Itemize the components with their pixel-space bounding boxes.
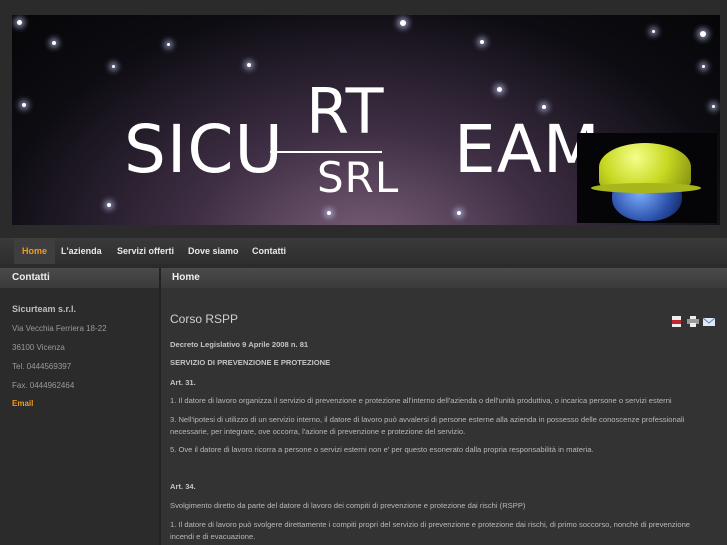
print-icon[interactable] [687,316,699,327]
page-title: Corso RSPP [170,312,239,326]
main-navigation: Home L'azienda Servizi offerti Dove siam… [0,238,727,264]
article-paragraph: SERVIZIO DI PREVENZIONE E PROTEZIONE [170,358,331,367]
nav-dove-siamo[interactable]: Dove siamo [180,238,247,264]
nav-azienda[interactable]: L'azienda [53,238,110,264]
sidebar-title: Contatti [0,268,159,288]
email-icon[interactable] [703,316,715,327]
nav-home[interactable]: Home [14,238,56,264]
breadcrumb: Home [161,268,727,288]
company-name: Sicurteam s.r.l. [12,304,77,314]
fax-number: Fax. 0444962464 [12,381,75,390]
phone-number: Tel. 0444569397 [12,362,72,371]
header-banner: SICU RT SRL EAM [12,15,720,225]
city-line: 36100 Vicenza [12,343,65,352]
sidebar-contacts: Sicurteam s.r.l. Via Vecchia Ferriera 18… [0,288,159,545]
nav-servizi-offerti[interactable]: Servizi offerti [109,238,182,264]
main-content: Corso RSPP Decreto Legislativo 9 Aprile … [161,288,727,545]
logo-divider [270,151,382,153]
article-paragraph: 1. Il datore di lavoro organizza il serv… [170,396,672,405]
article-paragraph: Decreto Legislativo 9 Aprile 2008 n. 81 [170,340,309,349]
address-line: Via Vecchia Ferriera 18-22 [12,324,107,333]
article-tools [671,316,715,327]
logo-text-left: SICU [124,111,284,188]
email-link[interactable]: Email [12,399,33,408]
article-paragraph: Svolgimento diretto da parte del datore … [170,501,526,510]
logo-text-bottom: SRL [317,153,400,202]
logo-text-top: RT [306,75,385,148]
nav-contatti[interactable]: Contatti [244,238,294,264]
article-paragraph: Art. 31. [170,378,196,387]
article-paragraph: 1. Il datore di lavoro può svolgere dire… [170,520,691,541]
article-paragraph: Art. 34. [170,482,196,491]
article-paragraph: 5. Ove il datore di lavoro ricorra a per… [170,445,594,454]
article-paragraph: 3. Nell'ipotesi di utilizzo di un serviz… [170,415,685,436]
globe-helmet-icon [577,133,717,223]
pdf-icon[interactable] [671,316,683,327]
